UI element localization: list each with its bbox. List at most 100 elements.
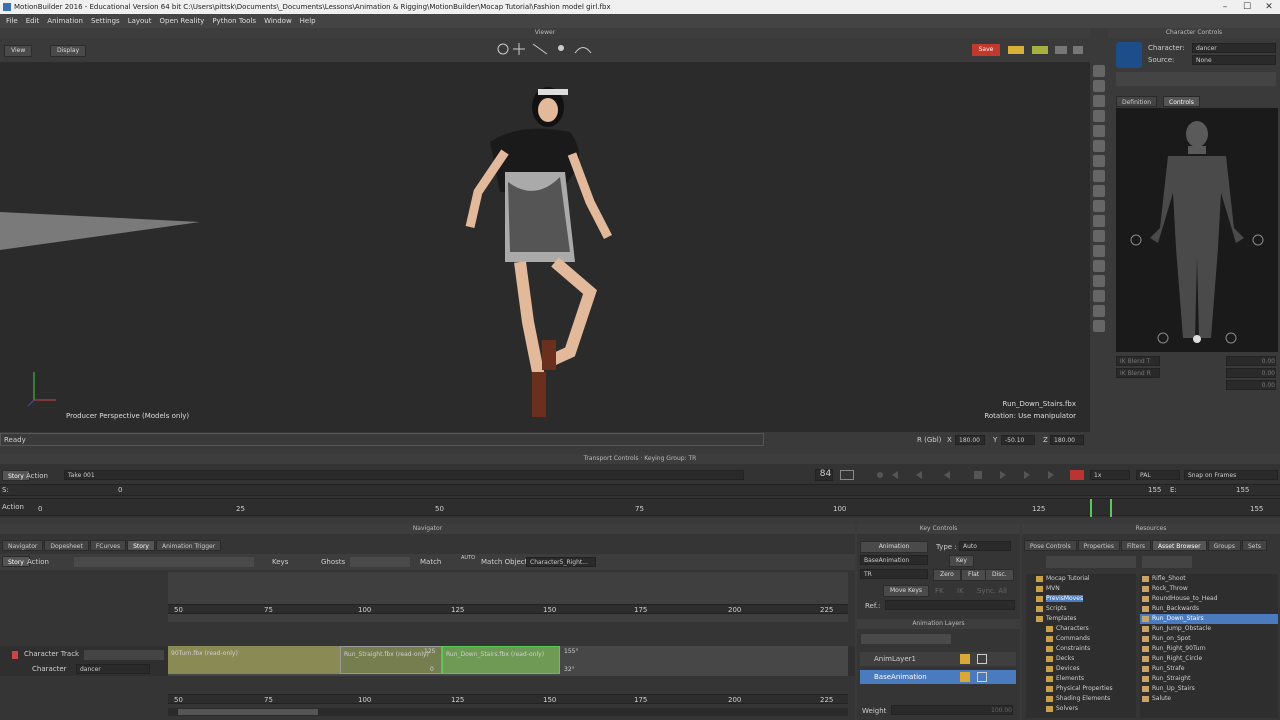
track-character-select[interactable]: dancer bbox=[76, 664, 150, 674]
tree-item[interactable]: Decks bbox=[1026, 654, 1136, 664]
keyframe-icon[interactable] bbox=[1008, 46, 1024, 54]
layer-row-baseanimation[interactable]: BaseAnimation bbox=[860, 670, 1016, 684]
minimize-icon[interactable]: – bbox=[1214, 0, 1236, 14]
cube-wire-icon[interactable] bbox=[1093, 215, 1105, 227]
scale-tool-icon[interactable] bbox=[1093, 125, 1105, 137]
asset-item[interactable]: Run_Right_Circle bbox=[1140, 654, 1278, 664]
sphere-icon[interactable] bbox=[1093, 260, 1105, 272]
browser-view-icons[interactable] bbox=[1046, 556, 1136, 568]
menu-edit[interactable]: Edit bbox=[26, 14, 40, 28]
zero-button[interactable]: Zero bbox=[933, 569, 961, 581]
story-ruler-top[interactable]: 50 75 100 125 150 175 200 225 bbox=[168, 604, 848, 614]
layer-solo-icon[interactable] bbox=[977, 654, 987, 664]
story-mode-button[interactable]: Story bbox=[2, 556, 30, 567]
sync-all-toggle[interactable]: Sync. All bbox=[977, 587, 1007, 595]
layer-tool-icons[interactable] bbox=[861, 634, 951, 644]
asset-item[interactable]: Run_on_Spot bbox=[1140, 634, 1278, 644]
action-dropdown[interactable]: Action bbox=[26, 472, 48, 480]
menu-settings[interactable]: Settings bbox=[91, 14, 120, 28]
tree-item[interactable]: Physical Properties bbox=[1026, 684, 1136, 694]
keys-toggle[interactable]: Keys bbox=[272, 558, 288, 566]
current-frame[interactable]: 84 bbox=[815, 469, 833, 481]
menu-help[interactable]: Help bbox=[300, 14, 316, 28]
close-icon[interactable]: ✕ bbox=[1258, 0, 1280, 14]
tab-fcurves[interactable]: FCurves bbox=[89, 540, 127, 551]
zoom-icon[interactable] bbox=[1093, 185, 1105, 197]
pivot-icon[interactable] bbox=[1093, 140, 1105, 152]
tab-filters[interactable]: Filters bbox=[1120, 540, 1151, 551]
asset-item[interactable]: Run_Straight bbox=[1140, 674, 1278, 684]
save-button[interactable]: Save bbox=[972, 44, 1000, 56]
cube-icon[interactable] bbox=[1093, 200, 1105, 212]
rotate-tool-icon[interactable] bbox=[1093, 110, 1105, 122]
2d-view-icon[interactable] bbox=[1055, 46, 1067, 54]
curve-icon[interactable] bbox=[1032, 46, 1048, 54]
tree-item[interactable]: Characters bbox=[1026, 624, 1136, 634]
type-select[interactable]: Auto bbox=[959, 541, 1011, 551]
viewport[interactable]: Producer Perspective (Models only) Run_D… bbox=[0, 62, 1090, 432]
move-keys-button[interactable]: Move Keys bbox=[883, 585, 930, 597]
tab-asset-browser[interactable]: Asset Browser bbox=[1151, 540, 1207, 551]
tree-item[interactable]: Mocap Tutorial bbox=[1026, 574, 1136, 584]
ik-blend-r-field[interactable]: 0.00 bbox=[1226, 368, 1276, 378]
asset-item-selected[interactable]: Run_Down_Stairs bbox=[1140, 614, 1278, 624]
tree-item[interactable]: Commands bbox=[1026, 634, 1136, 644]
snap-icon[interactable] bbox=[1093, 155, 1105, 167]
action-mode-dropdown[interactable]: Action bbox=[27, 558, 49, 566]
tab-dopesheet[interactable]: Dopesheet bbox=[44, 540, 89, 551]
key-button[interactable]: Key bbox=[949, 555, 974, 567]
auto-label[interactable]: AUTO bbox=[461, 555, 475, 561]
ghost-tool-icons[interactable] bbox=[350, 557, 410, 567]
curve-tool-icon[interactable] bbox=[1093, 230, 1105, 242]
weight-field[interactable]: 100.00 bbox=[891, 705, 1013, 715]
character-toolbar[interactable] bbox=[1116, 72, 1276, 86]
layer-lock-icon[interactable] bbox=[960, 654, 970, 664]
story-scroll-thumb[interactable] bbox=[178, 709, 318, 715]
tree-item[interactable]: Scripts bbox=[1026, 604, 1136, 614]
range-bar[interactable]: S: 0 155 E: 155 bbox=[0, 484, 1280, 496]
clip-90turn[interactable]: 90Turn.fbx (read-only) bbox=[168, 646, 340, 674]
light-icon[interactable] bbox=[1093, 275, 1105, 287]
asset-item[interactable]: Run_Strafe bbox=[1140, 664, 1278, 674]
display-menu-button[interactable]: Display bbox=[50, 45, 87, 57]
loop-icon[interactable] bbox=[1070, 470, 1084, 480]
ik-toggle[interactable]: IK bbox=[957, 587, 964, 595]
camera-icon[interactable] bbox=[1093, 290, 1105, 302]
speed-select[interactable]: 1x bbox=[1090, 470, 1130, 480]
menu-file[interactable]: File bbox=[6, 14, 18, 28]
menu-layout[interactable]: Layout bbox=[128, 14, 152, 28]
timecode-select[interactable]: PAL bbox=[1136, 470, 1180, 480]
tab-navigator[interactable]: Navigator bbox=[2, 540, 44, 551]
base-layer-solo-icon[interactable] bbox=[977, 672, 987, 682]
z-value[interactable]: 180.00 bbox=[1050, 435, 1084, 445]
folder-tree[interactable]: Mocap Tutorial MVN PrevisMoves Scripts T… bbox=[1026, 574, 1136, 718]
tab-definition[interactable]: Definition bbox=[1116, 96, 1158, 107]
tree-item[interactable]: Constraints bbox=[1026, 644, 1136, 654]
select-tool-icon[interactable] bbox=[1093, 65, 1105, 77]
maximize-icon[interactable]: ☐ bbox=[1236, 0, 1258, 14]
main-timeline[interactable]: Action 0 25 50 75 100 125 155 bbox=[0, 498, 1280, 517]
tree-item[interactable]: Shading Elements bbox=[1026, 694, 1136, 704]
layout-icon[interactable] bbox=[1073, 46, 1083, 54]
story-ruler-bottom[interactable]: 50 75 100 125 150 175 200 225 bbox=[168, 694, 848, 704]
story-tool-icons[interactable] bbox=[74, 557, 254, 567]
asset-item[interactable]: Rifle_Shoot bbox=[1140, 574, 1278, 584]
source-select[interactable]: None bbox=[1192, 55, 1276, 65]
tree-item[interactable]: Devices bbox=[1026, 664, 1136, 674]
tab-pose-controls[interactable]: Pose Controls bbox=[1024, 540, 1077, 551]
asset-item[interactable]: RoundHouse_to_Head bbox=[1140, 594, 1278, 604]
asset-item[interactable]: Run_Up_Stairs bbox=[1140, 684, 1278, 694]
asset-item[interactable]: Run_Right_90Turn bbox=[1140, 644, 1278, 654]
flat-button[interactable]: Flat bbox=[961, 569, 987, 581]
keying-group-select[interactable]: TR bbox=[860, 569, 928, 579]
take-select[interactable]: Take 001 bbox=[64, 470, 744, 480]
tab-controls[interactable]: Controls bbox=[1163, 96, 1200, 107]
track-toggles[interactable] bbox=[84, 650, 164, 660]
menu-open-reality[interactable]: Open Reality bbox=[159, 14, 204, 28]
clip-lane[interactable]: 90Turn.fbx (read-only) Run_Straight.fbx … bbox=[168, 646, 848, 676]
ghosts-toggle[interactable]: Ghosts bbox=[321, 558, 345, 566]
fk-toggle[interactable]: FK bbox=[935, 587, 944, 595]
animation-button[interactable]: Animation bbox=[860, 541, 928, 553]
tree-item[interactable]: Solvers bbox=[1026, 704, 1136, 714]
y-value[interactable]: -50.10 bbox=[1001, 435, 1035, 445]
